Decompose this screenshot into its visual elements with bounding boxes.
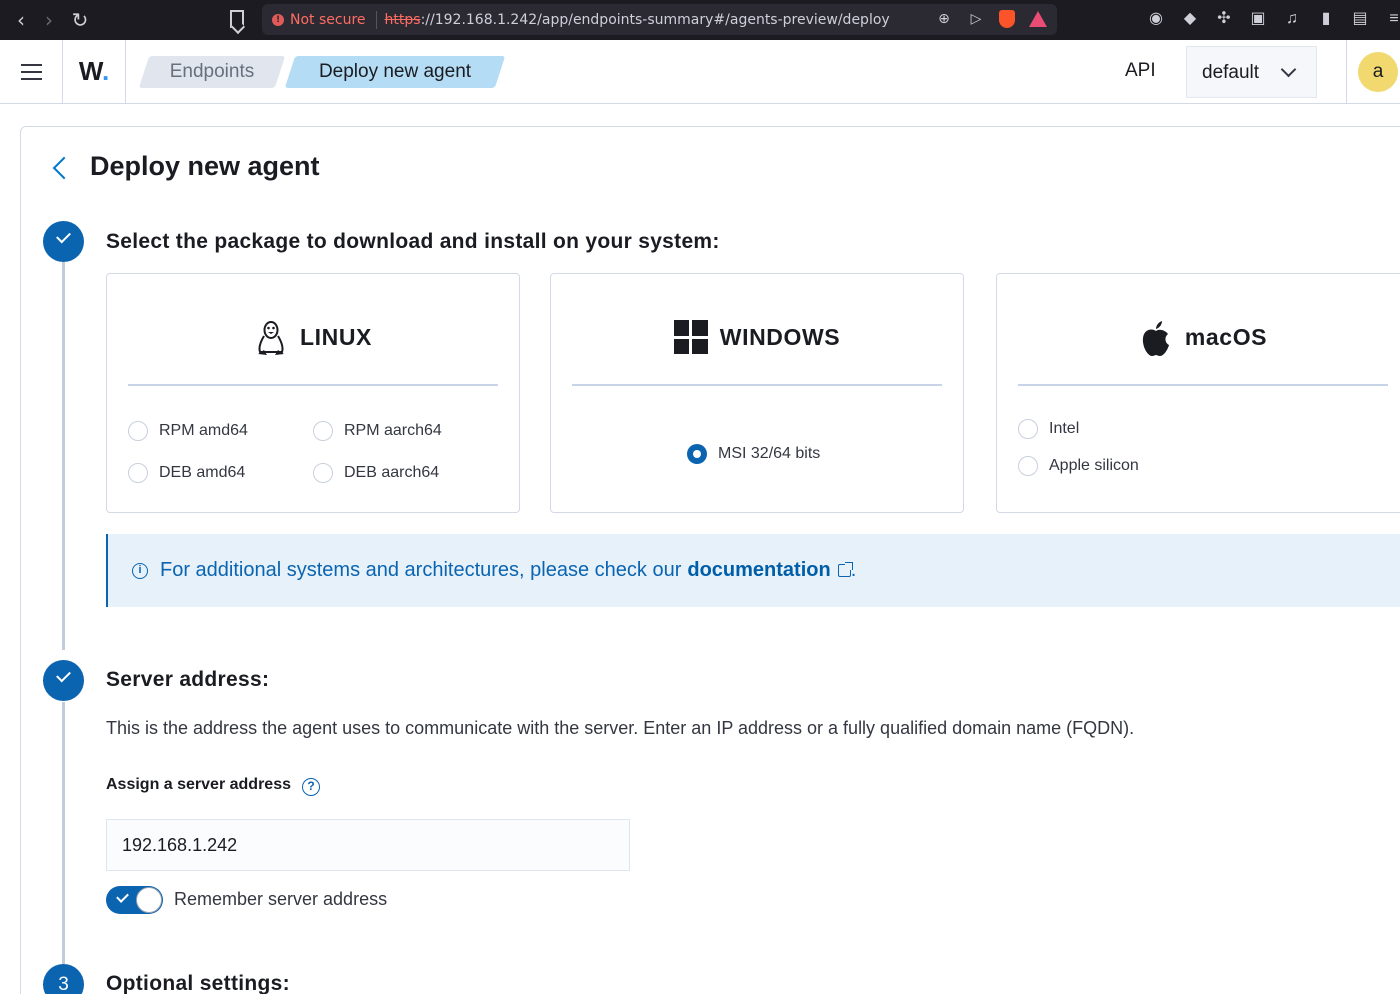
sidebar-icon[interactable]: ▮ — [1316, 8, 1336, 30]
extensions-puzzle-icon[interactable]: ✣ — [1214, 8, 1234, 30]
breadcrumb-label: Endpoints — [169, 61, 255, 82]
remember-server-label: Remember server address — [174, 889, 388, 909]
os-card-windows: WINDOWS MSI 32/64 bits — [550, 273, 964, 513]
remember-server-toggle[interactable] — [106, 886, 163, 914]
radio-label: Apple silicon — [1049, 457, 1139, 474]
step-number: 3 — [58, 974, 69, 994]
os-name: LINUX — [300, 324, 372, 350]
brave-shield-icon[interactable] — [999, 10, 1015, 28]
radio-label: RPM aarch64 — [344, 422, 442, 439]
radio-button[interactable] — [128, 463, 148, 483]
toggle-knob — [136, 887, 162, 913]
radio-label: MSI 32/64 bits — [718, 445, 821, 462]
logo-letter: W — [78, 56, 102, 86]
check-icon — [56, 228, 71, 244]
extension-diamond-icon[interactable]: ◆ — [1180, 8, 1200, 30]
url-path: ://192.168.1.242/app/endpoints-summary#/… — [420, 11, 890, 28]
server-address-input[interactable] — [106, 819, 630, 871]
send-icon[interactable]: ▷ — [967, 10, 985, 28]
zoom-icon[interactable]: ⊕ — [935, 10, 953, 28]
bookmark-icon[interactable] — [230, 10, 244, 28]
radio-button[interactable] — [1018, 456, 1038, 476]
menu-icon[interactable]: ≡ — [1384, 8, 1400, 30]
address-bar[interactable]: ! Not secure https://192.168.1.242/app/e… — [262, 4, 1057, 35]
step-1-complete — [43, 221, 84, 262]
radio-label: RPM amd64 — [159, 422, 248, 439]
breadcrumb-deploy-new-agent: Deploy new agent — [284, 56, 506, 88]
radio-apple-silicon[interactable]: Apple silicon — [1018, 456, 1139, 476]
step-connector — [62, 262, 65, 650]
server-address-description: This is the address the agent uses to co… — [106, 718, 1135, 738]
step-connector — [62, 702, 65, 964]
help-question-icon[interactable]: ? — [302, 778, 320, 796]
step-2-title: Server address: — [106, 668, 270, 691]
url-scheme: https — [384, 11, 421, 28]
radio-rpm-amd64[interactable]: RPM amd64 — [128, 421, 248, 441]
url-text[interactable]: https://192.168.1.242/app/endpoints-summ… — [385, 12, 890, 28]
url-separator — [375, 10, 377, 29]
chevron-down-icon — [1280, 61, 1297, 78]
radio-button-selected[interactable] — [687, 444, 707, 464]
extension-cookie-icon[interactable]: ◉ — [1146, 8, 1166, 30]
windows-logo-icon — [673, 320, 708, 354]
radio-msi-32-64[interactable]: MSI 32/64 bits — [687, 444, 820, 464]
check-icon — [116, 890, 129, 903]
radio-label: DEB amd64 — [159, 464, 246, 481]
os-name: macOS — [1184, 324, 1268, 350]
wallet-icon[interactable]: ▤ — [1350, 8, 1370, 30]
radio-button[interactable] — [313, 421, 333, 441]
radio-deb-amd64[interactable]: DEB amd64 — [128, 463, 245, 483]
os-name: WINDOWS — [719, 324, 841, 350]
back-chevron-icon[interactable] — [50, 154, 70, 184]
step-3-title: Optional settings: — [106, 972, 290, 994]
radio-intel[interactable]: Intel — [1018, 419, 1079, 439]
radio-label: Intel — [1049, 420, 1080, 437]
space-select-value: default — [1202, 62, 1260, 83]
info-icon: i — [132, 562, 148, 579]
warning-icon: ! — [272, 13, 284, 26]
app-header: W. Endpoints Deploy new agent API defaul… — [0, 40, 1400, 104]
os-card-linux: LINUX RPM amd64 RPM aarch64 DEB amd64 DE… — [106, 273, 520, 513]
breadcrumb-endpoints[interactable]: Endpoints — [138, 56, 286, 88]
breadcrumb-label: Deploy new agent — [318, 61, 472, 82]
user-menu[interactable]: a — [1346, 40, 1400, 103]
os-card-macos: macOS Intel Apple silicon — [996, 273, 1400, 513]
browser-toolbar: ‹ › ↻ ! Not secure https://192.168.1.242… — [0, 0, 1400, 40]
documentation-link[interactable]: documentation — [687, 559, 830, 582]
api-link[interactable]: API — [1125, 60, 1156, 82]
forward-arrow-icon[interactable]: › — [38, 9, 60, 31]
radio-label: DEB aarch64 — [344, 464, 440, 481]
info-callout: i For additional systems and architectur… — [106, 534, 1400, 607]
callout-text: For additional systems and architectures… — [160, 559, 682, 581]
server-address-label: Assign a server address — [106, 776, 291, 793]
apple-logo-icon — [1142, 321, 1169, 356]
check-icon — [56, 667, 71, 683]
os-header: LINUX — [128, 319, 498, 386]
space-select[interactable]: default — [1186, 46, 1317, 98]
external-link-icon[interactable] — [837, 562, 853, 577]
radio-deb-aarch64[interactable]: DEB aarch64 — [313, 463, 439, 483]
rewards-triangle-icon[interactable] — [1029, 11, 1047, 27]
app-logo[interactable]: W. — [63, 40, 126, 103]
os-header: WINDOWS — [572, 319, 942, 386]
os-header: macOS — [1018, 319, 1388, 386]
radio-button[interactable] — [1018, 419, 1038, 439]
music-note-icon[interactable]: ♫ — [1282, 8, 1302, 30]
avatar[interactable]: a — [1358, 52, 1398, 92]
step-1-title: Select the package to download and insta… — [106, 230, 720, 253]
linux-penguin-icon — [258, 321, 284, 355]
reload-icon[interactable]: ↻ — [69, 9, 91, 31]
screenshot-icon[interactable]: ▣ — [1248, 8, 1268, 30]
page-title: Deploy new agent — [90, 151, 320, 181]
not-secure-label[interactable]: Not secure — [290, 12, 366, 28]
radio-button[interactable] — [313, 463, 333, 483]
back-arrow-icon[interactable]: ‹ — [10, 9, 32, 31]
hamburger-menu-icon[interactable] — [0, 40, 63, 103]
step-2-complete — [43, 660, 84, 701]
radio-button[interactable] — [128, 421, 148, 441]
radio-rpm-aarch64[interactable]: RPM aarch64 — [313, 421, 442, 441]
logo-dot: . — [101, 56, 110, 86]
